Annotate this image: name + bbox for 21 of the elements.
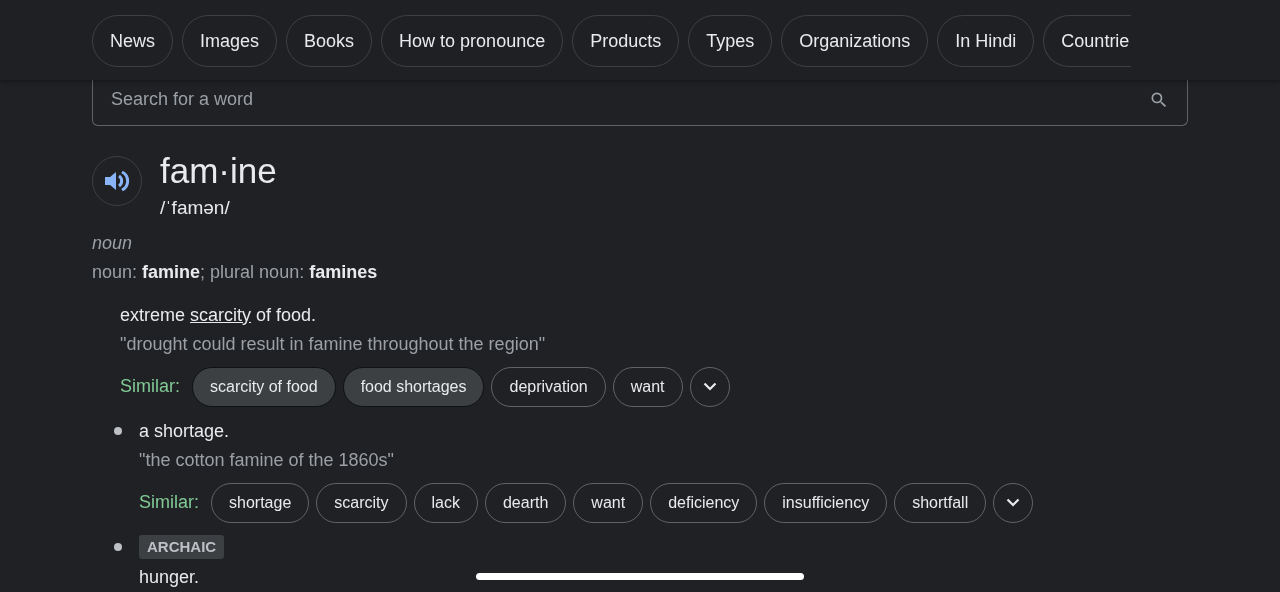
part-of-speech: noun bbox=[92, 231, 133, 255]
definition-text: extreme scarcity of food. bbox=[120, 303, 317, 327]
speaker-button[interactable] bbox=[92, 156, 142, 206]
synonym-chip[interactable]: food shortages bbox=[342, 366, 485, 407]
synonym-chip[interactable]: scarcity of food bbox=[192, 366, 336, 407]
similar-label: Similar: bbox=[139, 491, 199, 514]
example-text: "the cotton famine of the 1860s" bbox=[139, 448, 394, 472]
speaker-icon bbox=[104, 169, 130, 193]
register-label: ARCHAIC bbox=[139, 534, 225, 559]
similar-label: Similar: bbox=[120, 375, 180, 398]
definition-text: a shortage. bbox=[139, 419, 230, 443]
example-text: "drought could result in famine throughout the region" bbox=[120, 332, 546, 356]
chevron-down-icon bbox=[1006, 498, 1021, 507]
headword: fam·ine bbox=[160, 150, 277, 192]
bullet-icon bbox=[114, 426, 122, 435]
phonetic-text: /ˈfamən/ bbox=[160, 196, 231, 220]
chevron-down-icon bbox=[702, 382, 717, 391]
word-forms: noun: famine; plural noun: famines bbox=[92, 260, 378, 284]
definition-text: hunger. bbox=[139, 566, 200, 589]
definition-link[interactable]: scarcity bbox=[190, 304, 252, 325]
bullet-icon bbox=[114, 542, 122, 551]
